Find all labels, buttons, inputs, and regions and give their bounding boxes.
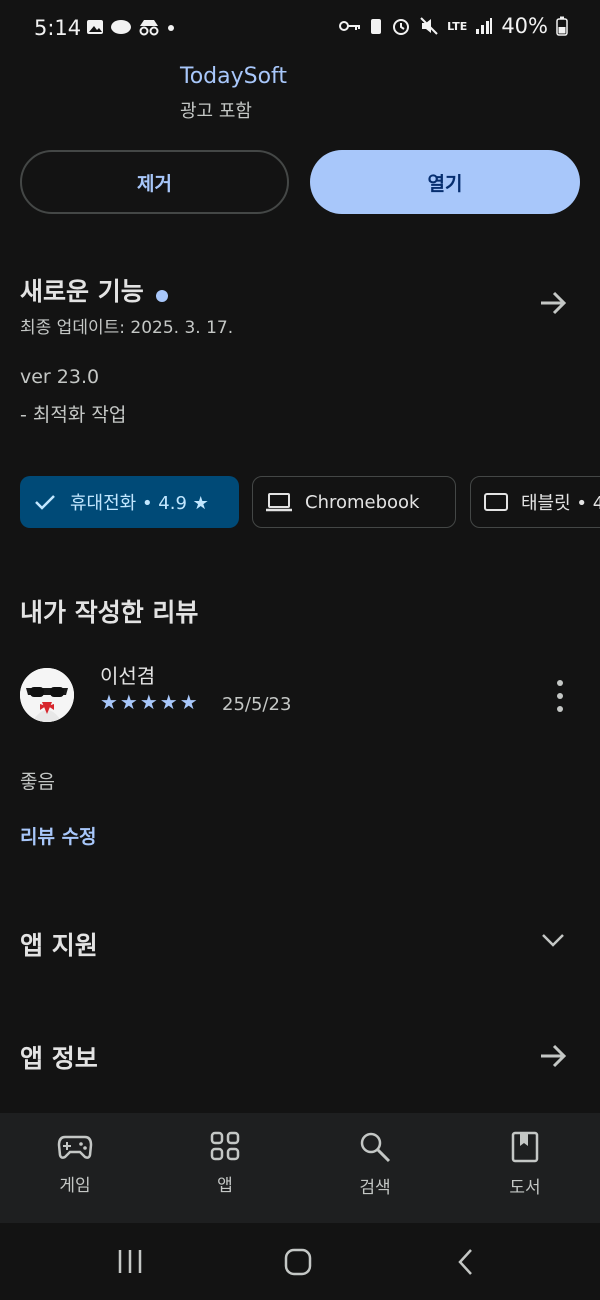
nav-books[interactable]: 도서	[465, 1131, 585, 1198]
battery-icon	[556, 16, 568, 36]
review-date: 25/5/23	[222, 694, 292, 715]
new-indicator-dot	[155, 289, 168, 302]
system-status-icons: LTE 40%	[339, 14, 568, 38]
network-type: LTE	[447, 19, 468, 33]
status-time: 5:14	[34, 16, 82, 40]
whats-new-title: 새로운 기능	[20, 277, 144, 306]
gamepad-icon	[57, 1135, 93, 1159]
uninstall-button[interactable]: 제거	[20, 150, 289, 214]
developer-link[interactable]: TodaySoft	[180, 64, 287, 89]
app-info-arrow-icon[interactable]	[538, 1041, 568, 1071]
back-icon[interactable]	[455, 1247, 477, 1277]
recent-apps-icon[interactable]	[116, 1247, 144, 1275]
last-updated-text: 최종 업데이트: 2025. 3. 17.	[20, 318, 234, 338]
key-icon	[339, 21, 361, 31]
notification-icons	[86, 18, 176, 36]
chat-bubble-icon	[111, 20, 131, 34]
nav-games[interactable]: 게임	[15, 1131, 135, 1196]
nav-search-label: 검색	[359, 1178, 391, 1198]
incognito-icon	[139, 20, 159, 36]
more-notifications-icon	[168, 25, 174, 31]
chip-phone-label: 휴대전화 • 4.9 ★	[70, 493, 209, 514]
chip-tablet-label: 태블릿 • 4	[521, 493, 600, 514]
signal-icon	[476, 18, 493, 34]
battery-percent: 40%	[501, 14, 548, 38]
release-notes-text: - 최적화 작업	[20, 404, 127, 426]
nav-games-label: 게임	[59, 1176, 91, 1196]
nav-search[interactable]: 검색	[315, 1131, 435, 1198]
book-icon	[511, 1131, 539, 1163]
contains-ads-label: 광고 포함	[180, 101, 252, 122]
rating-stars: ★★★★★	[100, 690, 200, 714]
search-icon	[360, 1132, 391, 1163]
chip-chromebook[interactable]: Chromebook	[252, 476, 456, 528]
avatar-image	[20, 668, 74, 722]
tablet-icon	[484, 493, 508, 511]
chip-phone[interactable]: 휴대전화 • 4.9 ★	[20, 476, 239, 528]
my-review-title: 내가 작성한 리뷰	[20, 598, 199, 627]
home-icon[interactable]	[283, 1247, 313, 1277]
open-button[interactable]: 열기	[310, 150, 580, 214]
bottom-navigation: 게임 앱 검색 도서	[0, 1113, 600, 1223]
gallery-icon	[87, 20, 103, 34]
chevron-down-icon[interactable]	[540, 930, 566, 950]
chip-tablet[interactable]: 태블릿 • 4	[470, 476, 600, 528]
avatar	[20, 668, 74, 722]
mute-icon	[420, 17, 438, 35]
more-options-icon[interactable]	[548, 680, 572, 712]
apps-grid-icon	[210, 1131, 240, 1161]
chip-chromebook-label: Chromebook	[305, 491, 420, 513]
whats-new-header[interactable]: 새로운 기능	[20, 272, 168, 308]
status-bar: 5:14 LTE 40%	[0, 0, 600, 60]
alarm-icon	[393, 19, 410, 35]
nav-apps-label: 앱	[217, 1176, 233, 1196]
whats-new-arrow-icon[interactable]	[538, 288, 568, 318]
nav-books-label: 도서	[509, 1178, 541, 1198]
version-text: ver 23.0	[20, 366, 100, 388]
edit-review-link[interactable]: 리뷰 수정	[20, 822, 97, 849]
nav-apps[interactable]: 앱	[165, 1131, 285, 1196]
review-text: 좋음	[20, 771, 55, 793]
app-support-title[interactable]: 앱 지원	[20, 926, 98, 962]
reviewer-name: 이선겸	[100, 664, 156, 688]
laptop-icon	[266, 493, 292, 512]
battery-saver-icon	[371, 19, 382, 34]
app-info-title[interactable]: 앱 정보	[20, 1039, 98, 1075]
check-icon	[35, 495, 55, 510]
system-navigation-bar	[0, 1223, 600, 1300]
